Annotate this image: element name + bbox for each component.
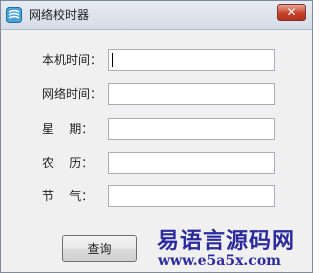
watermark-title: 易语言源码网 — [157, 228, 296, 254]
network-time-field[interactable] — [108, 83, 275, 105]
solar-term-field[interactable] — [108, 185, 275, 207]
lunar-date-label: 农 历： — [42, 156, 94, 170]
weekday-field[interactable] — [108, 118, 275, 140]
weekday-label: 星 期： — [42, 122, 94, 136]
app-icon — [6, 7, 22, 23]
text-cursor — [112, 53, 113, 67]
close-button[interactable]: ✕ — [277, 4, 306, 21]
query-button[interactable]: 查询 — [62, 235, 137, 262]
title-bar[interactable]: 网络校时器 ✕ — [1, 1, 312, 30]
close-icon: ✕ — [286, 5, 297, 19]
local-time-field[interactable] — [108, 49, 275, 71]
local-time-label: 本机时间： — [42, 53, 103, 67]
lunar-date-field[interactable] — [108, 152, 275, 174]
window-title: 网络校时器 — [29, 8, 90, 22]
watermark-url: www.e5a5x.com — [158, 253, 281, 269]
network-time-label: 网络时间： — [42, 87, 103, 101]
main-window: 网络校时器 ✕ 本机时间： 网络时间： 星 期： 农 历： 节 气： 查询 易语… — [0, 0, 313, 273]
solar-term-label: 节 气： — [42, 189, 94, 203]
